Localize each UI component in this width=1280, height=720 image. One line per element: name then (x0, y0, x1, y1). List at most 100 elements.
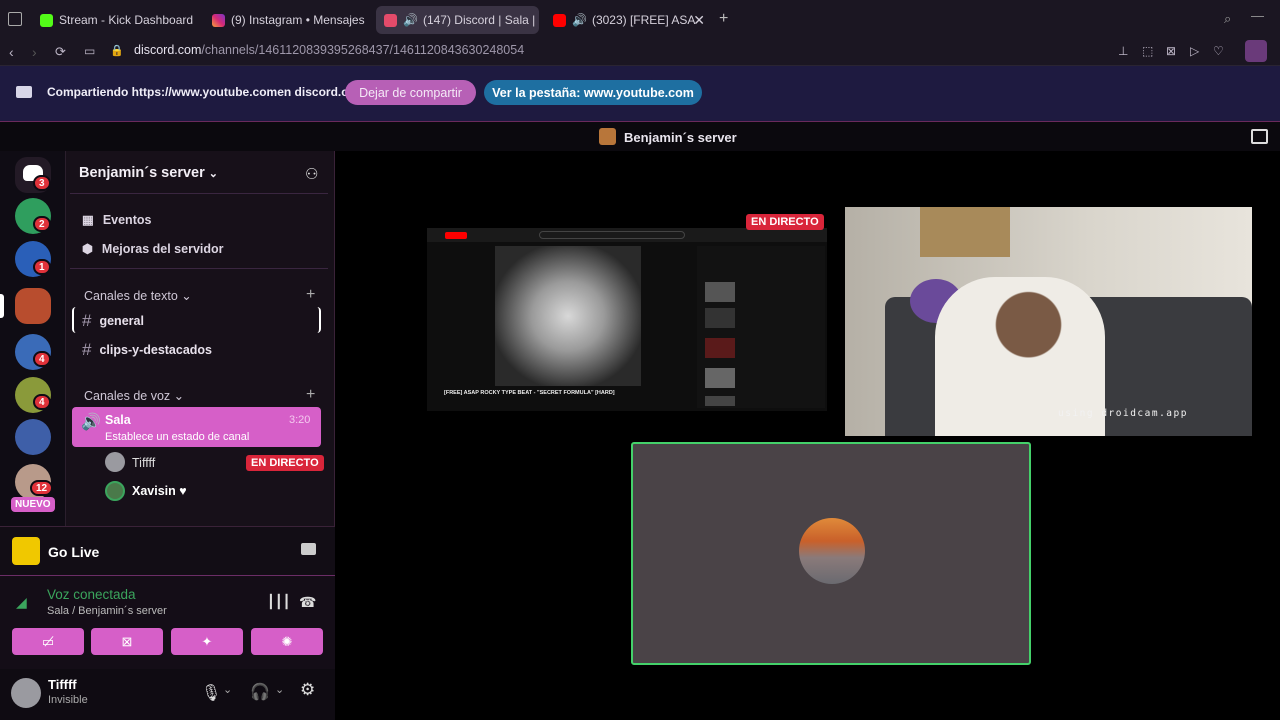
voice-location[interactable]: Sala / Benjamin´s server (47, 605, 167, 617)
yt-recommendations (697, 246, 825, 408)
discord-title-bar: Benjamin´s server (0, 121, 1280, 151)
tab-kick[interactable]: Stream - Kick Dashboard (32, 6, 202, 34)
new-tab-icon[interactable]: + (719, 10, 728, 28)
camera-watermark: using droidcam.app (1058, 408, 1188, 419)
speaker-icon: 🔊 (572, 13, 587, 27)
chevron-down-icon[interactable]: ⌄ (275, 683, 284, 696)
badge: 4 (33, 351, 51, 367)
close-tab-icon[interactable]: ✕ (693, 12, 705, 29)
workspace-icon[interactable] (8, 12, 22, 26)
tab-youtube[interactable]: 🔊 (3023) [FREE] ASA ✕ (545, 6, 713, 34)
voice-tile-speaking[interactable] (631, 442, 1031, 665)
yt-search-box (539, 231, 685, 239)
discord-icon (384, 13, 397, 27)
lock-icon: 🔒 (110, 45, 124, 57)
screenshot-icon[interactable]: ⬚ (1142, 44, 1153, 58)
voice-channel-sala[interactable]: 🔊 Sala 3:20 Establece un estado de canal (72, 407, 321, 447)
go-live-label: Go Live (48, 544, 100, 560)
badge: 3 (33, 175, 51, 191)
activities-button[interactable]: ✦ (171, 628, 243, 655)
screen-share-bar: Compartiendo https://www.youtube.comen d… (0, 66, 1280, 121)
user-status: Invisible (48, 694, 88, 706)
tab-discord[interactable]: 🔊 (147) Discord | Sala | B (376, 6, 539, 34)
disconnect-icon[interactable]: ☎ (299, 594, 316, 611)
view-tab-button[interactable]: Ver la pestaña: www.youtube.com (484, 80, 702, 105)
server-title: Benjamin´s server (624, 130, 737, 145)
headphones-icon[interactable]: 🎧 (250, 682, 270, 702)
stop-sharing-button[interactable]: Dejar de compartir (345, 80, 476, 105)
boost-icon: ⬢ (82, 242, 93, 256)
painting (920, 207, 1010, 257)
browser-tab-bar: Stream - Kick Dashboard (9) Instagram • … (0, 0, 1280, 40)
signal-icon: ◢ (16, 594, 27, 610)
video-frame (495, 246, 641, 386)
boost-item[interactable]: ⬢ Mejoras del servidor (82, 241, 224, 257)
badge: 4 (33, 394, 51, 410)
voice-connected-label: Voz conectada (47, 587, 136, 602)
youtube-icon (553, 13, 566, 27)
settings-gear-icon[interactable]: ⚙ (300, 680, 315, 700)
kick-icon (40, 13, 53, 27)
new-badge: NUEVO (11, 497, 55, 512)
youtube-logo-icon (445, 232, 467, 239)
back-icon[interactable]: ‹ (9, 44, 14, 60)
minimize-icon[interactable]: — (1251, 8, 1264, 23)
avatar[interactable] (11, 678, 41, 708)
divider (70, 268, 328, 269)
chevron-down-icon: ⌄ (208, 168, 218, 180)
add-channel-icon[interactable]: + (306, 286, 315, 304)
server-icon (599, 128, 616, 145)
send-icon[interactable]: ▷ (1190, 44, 1199, 58)
url-field[interactable]: discord.com/channels/1461120839395268437… (134, 43, 524, 57)
server-name-header[interactable]: Benjamin´s server ⌄ (79, 165, 218, 181)
voice-status[interactable]: Establece un estado de canal (105, 431, 249, 443)
voice-connection-panel: ◢ Voz conectada Sala / Benjamin´s server… (0, 575, 335, 669)
instagram-icon (212, 13, 225, 27)
share-status-text: Compartiendo https://www.youtube.comen d… (47, 85, 366, 99)
microphone-icon[interactable]: 🎙 (201, 683, 221, 703)
channel-clips[interactable]: # clips-y-destacados (82, 340, 212, 360)
voice-member-name[interactable]: Xavisin ♥ (132, 484, 187, 498)
extensions-icon[interactable]: ⊠ (1166, 44, 1176, 58)
text-channels-category[interactable]: Canales de texto ⌄ (84, 288, 192, 303)
active-indicator (0, 294, 4, 318)
stream-tile-camera[interactable]: using droidcam.app (845, 207, 1252, 436)
server-icon-active[interactable] (15, 288, 51, 324)
yt-video-title: [FREE] ASAP ROCKY TYPE BEAT - "SECRET FO… (444, 390, 615, 396)
hash-icon: # (82, 311, 92, 330)
badge: 1 (33, 259, 51, 275)
forward-icon[interactable]: › (32, 44, 37, 60)
badge: 2 (33, 216, 51, 232)
heart-icon[interactable]: ♡ (1213, 44, 1224, 58)
invite-icon[interactable]: ⚇ (305, 165, 318, 183)
soundboard-button[interactable]: ✺ (251, 628, 323, 655)
camera-off-button[interactable]: ▭̸ (12, 628, 84, 655)
camera-icon[interactable]: ▭ (84, 44, 95, 58)
live-badge: EN DIRECTO (746, 214, 824, 230)
share-screen-icon (16, 86, 32, 98)
search-tabs-icon[interactable]: ⌕ (1224, 11, 1231, 27)
game-icon (12, 537, 40, 565)
live-badge: EN DIRECTO (246, 455, 324, 471)
channel-general[interactable]: # general (82, 311, 144, 331)
avatar (799, 518, 865, 584)
share-screen-button[interactable]: ⊠ (91, 628, 163, 655)
tab-instagram[interactable]: (9) Instagram • Mensajes (204, 6, 374, 34)
profile-icon[interactable] (1245, 40, 1267, 62)
reload-icon[interactable]: ⟳ (55, 44, 66, 60)
voice-channels-category[interactable]: Canales de voz ⌄ (84, 388, 184, 403)
pin-icon[interactable]: ⊥ (1118, 44, 1128, 58)
stream-tile-youtube[interactable]: [FREE] ASAP ROCKY TYPE BEAT - "SECRET FO… (427, 228, 827, 411)
member-avatar (105, 481, 125, 501)
server-icon-red[interactable] (15, 419, 51, 455)
voice-member-name[interactable]: Tiffff (132, 456, 155, 470)
go-live-panel: Go Live (0, 526, 335, 575)
chevron-down-icon[interactable]: ⌄ (223, 683, 232, 696)
events-item[interactable]: ▦ Eventos (82, 212, 151, 228)
add-channel-icon[interactable]: + (306, 386, 315, 404)
noise-suppression-icon[interactable]: ┃┃┃ (267, 594, 290, 610)
voice-channel-name: Sala (105, 413, 131, 427)
inbox-icon[interactable] (1251, 129, 1268, 144)
go-live-button-icon[interactable] (301, 543, 316, 555)
calendar-icon: ▦ (82, 213, 94, 227)
